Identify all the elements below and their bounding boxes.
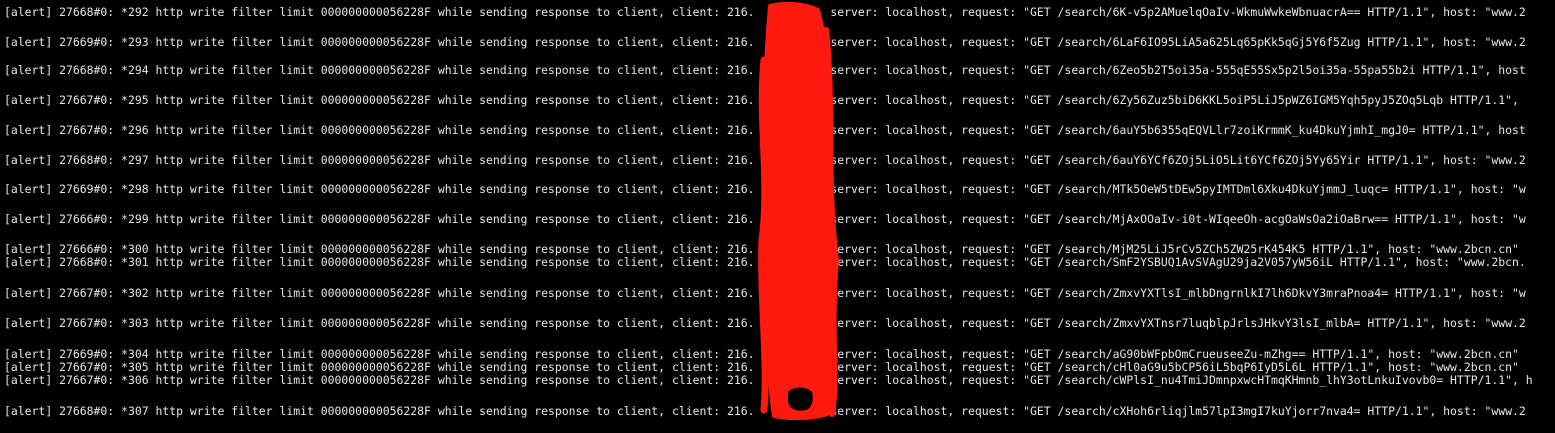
log-line: [alert] 27668#0: *297 http write filter …: [4, 153, 1526, 167]
log-line: [alert] 27668#0: *294 http write filter …: [4, 63, 1526, 77]
log-line: [alert] 27667#0: *295 http write filter …: [4, 93, 1519, 107]
log-line: [alert] 27667#0: *296 http write filter …: [4, 123, 1526, 137]
log-line: [alert] 27667#0: *302 http write filter …: [4, 286, 1526, 300]
log-line: [alert] 27669#0: *293 http write filter …: [4, 35, 1526, 49]
log-line: [alert] 27668#0: *307 http write filter …: [4, 404, 1526, 418]
log-line: [alert] 27666#0: *299 http write filter …: [4, 212, 1526, 226]
log-line: [alert] 27668#0: *292 http write filter …: [4, 5, 1526, 19]
log-line: [alert] 27667#0: *306 http write filter …: [4, 373, 1533, 387]
log-line: [alert] 27667#0: *303 http write filter …: [4, 316, 1526, 330]
terminal-window[interactable]: [alert] 27668#0: *292 http write filter …: [0, 0, 1555, 433]
log-line: [alert] 27668#0: *301 http write filter …: [4, 255, 1526, 269]
log-line: [alert] 27669#0: *298 http write filter …: [4, 182, 1526, 196]
